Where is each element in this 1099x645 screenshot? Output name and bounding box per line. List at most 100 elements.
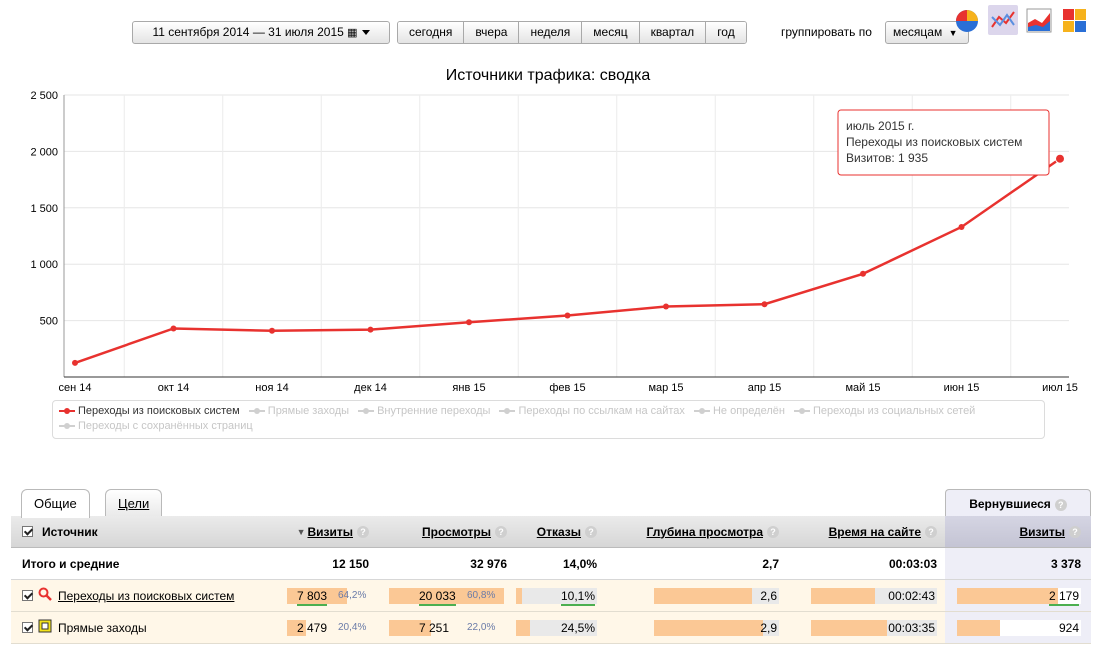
area-chart-icon[interactable] — [1024, 5, 1054, 35]
series-point — [958, 223, 965, 230]
bounces-bar — [516, 587, 522, 604]
period-quarter-button[interactable]: квартал — [638, 22, 706, 43]
help-icon[interactable]: ? — [925, 525, 937, 538]
sort-desc-icon: ▼ — [296, 526, 306, 537]
date-range-label: 11 сентября 2014 — 31 июля 2015 — [152, 25, 344, 39]
sources-table: Источник ▼ Визиты ? Просмотры ? Отказы ?… — [11, 516, 1091, 644]
x-tick-label: дек 14 — [354, 382, 387, 394]
y-tick-label: 1 000 — [30, 259, 58, 271]
period-today-button[interactable]: сегодня — [398, 22, 464, 43]
legend-item-search[interactable]: Переходы из поисковых систем — [59, 404, 240, 419]
help-icon[interactable]: ? — [495, 525, 507, 538]
help-icon[interactable]: ? — [1054, 498, 1067, 511]
y-tick-label: 2 000 — [30, 146, 58, 158]
time-bar — [811, 587, 875, 604]
legend-item-internal[interactable]: Внутренние переходы — [358, 404, 490, 419]
x-axis-ticks: сен 14 окт 14 ноя 14 дек 14 янв 15 фев 15 мар … — [59, 382, 1078, 394]
tab-general[interactable]: Общие — [21, 489, 90, 518]
row-checkbox[interactable] — [22, 590, 33, 601]
views-percent: 60,8% — [467, 589, 496, 601]
x-tick-label: июл 15 — [1042, 382, 1078, 394]
legend-item-direct[interactable]: Прямые заходы — [248, 404, 349, 419]
legend-item-social[interactable]: Переходы из социальных сетей — [794, 404, 975, 419]
period-yesterday-button[interactable]: вчера — [463, 22, 519, 43]
pie-chart-icon[interactable] — [952, 5, 982, 35]
depth-bar — [654, 587, 752, 604]
chart-title: Источники трафика: сводка — [446, 67, 651, 84]
series-point — [466, 319, 472, 326]
views-percent: 22,0% — [467, 621, 496, 633]
returned-visits-value: 924 — [1058, 620, 1079, 635]
help-icon[interactable]: ? — [767, 525, 779, 538]
depth-value: 2,6 — [760, 588, 777, 603]
series-point — [1055, 153, 1065, 164]
total-views: 32 976 — [470, 556, 507, 571]
bounces-value: 10,1% — [560, 588, 595, 606]
period-year-button[interactable]: год — [705, 22, 746, 43]
depth-value: 2,9 — [760, 620, 777, 635]
time-bar — [811, 619, 887, 636]
table-row-0: Переходы из поисковых систем 7 803 64,2%… — [11, 580, 1091, 612]
line-chart-icon[interactable] — [988, 5, 1018, 35]
series-point — [367, 326, 374, 333]
x-tick-label: сен 14 — [59, 382, 92, 394]
x-tick-label: апр 15 — [748, 382, 781, 394]
series-point — [663, 303, 669, 310]
header-visits-link[interactable]: Визиты — [307, 525, 353, 539]
y-tick-label: 2 500 — [30, 90, 58, 102]
series-point — [564, 312, 571, 319]
series-point — [860, 270, 866, 277]
views-value: 7 251 — [419, 620, 450, 635]
y-axis-ticks: 500 1 000 1 500 2 000 2 500 — [30, 90, 58, 328]
time-value: 00:02:43 — [888, 588, 935, 603]
total-returned-visits: 3 378 — [1050, 556, 1081, 571]
header-returned-visits-link[interactable]: Визиты — [1019, 525, 1065, 539]
calendar-icon: ▦ — [347, 27, 358, 39]
total-label: Итого и средние — [22, 556, 120, 571]
table-row-1: Прямые заходы 2 479 20,4% 7 251 22,0% 24… — [11, 612, 1091, 644]
legend-item-undefined[interactable]: Не определён — [693, 404, 785, 419]
legend-item-links[interactable]: Переходы по ссылкам на сайтах — [499, 404, 685, 419]
group-by-value: месяцам — [893, 25, 943, 39]
time-value: 00:03:35 — [888, 620, 935, 635]
header-bounces-link[interactable]: Отказы — [537, 525, 581, 539]
legend-item-saved[interactable]: Переходы с сохранённых страниц — [59, 419, 253, 434]
series-point — [170, 325, 177, 332]
total-time: 00:03:03 — [888, 556, 937, 571]
header-source: Источник — [42, 524, 98, 539]
period-week-button[interactable]: неделя — [518, 22, 582, 43]
x-tick-label: окт 14 — [158, 382, 189, 394]
help-icon[interactable]: ? — [357, 525, 369, 538]
bounces-value: 24,5% — [560, 620, 595, 635]
visits-percent: 64,2% — [338, 589, 367, 601]
header-views-link[interactable]: Просмотры — [422, 525, 491, 539]
x-tick-label: май 15 — [845, 382, 880, 394]
returned-visits-bar — [957, 587, 1058, 604]
stacked-bar-icon[interactable] — [1060, 5, 1090, 35]
source-label[interactable]: Переходы из поисковых систем — [58, 589, 234, 603]
date-range-picker[interactable]: 11 сентября 2014 — 31 июля 2015 ▦ — [132, 21, 390, 44]
chart-series — [72, 153, 1065, 366]
row-checkbox[interactable] — [22, 622, 33, 633]
bookmark-icon — [38, 619, 52, 636]
tooltip-line2: Переходы из поисковых систем — [846, 135, 1022, 149]
table-header: Источник ▼ Визиты ? Просмотры ? Отказы ?… — [11, 516, 1091, 548]
returned-visits-value: 2 179 — [1048, 588, 1079, 606]
x-tick-label: фев 15 — [549, 382, 585, 394]
period-buttons: сегодня вчера неделя месяц квартал год — [397, 21, 747, 44]
returned-visits-bar — [957, 619, 1000, 636]
header-depth-link[interactable]: Глубина просмотра — [647, 525, 763, 539]
views-value: 20 033 — [419, 588, 456, 606]
x-tick-label: янв 15 — [452, 382, 485, 394]
select-all-checkbox[interactable] — [22, 526, 33, 537]
total-bounces: 14,0% — [562, 556, 597, 571]
tab-goals[interactable]: Цели — [105, 489, 163, 517]
x-tick-label: июн 15 — [944, 382, 980, 394]
period-month-button[interactable]: месяц — [581, 22, 639, 43]
source-label[interactable]: Прямые заходы — [58, 621, 147, 635]
depth-bar — [654, 619, 763, 636]
total-depth: 2,7 — [762, 556, 779, 571]
help-icon[interactable]: ? — [585, 525, 597, 538]
header-time-link[interactable]: Время на сайте — [829, 525, 921, 539]
help-icon[interactable]: ? — [1069, 525, 1081, 538]
